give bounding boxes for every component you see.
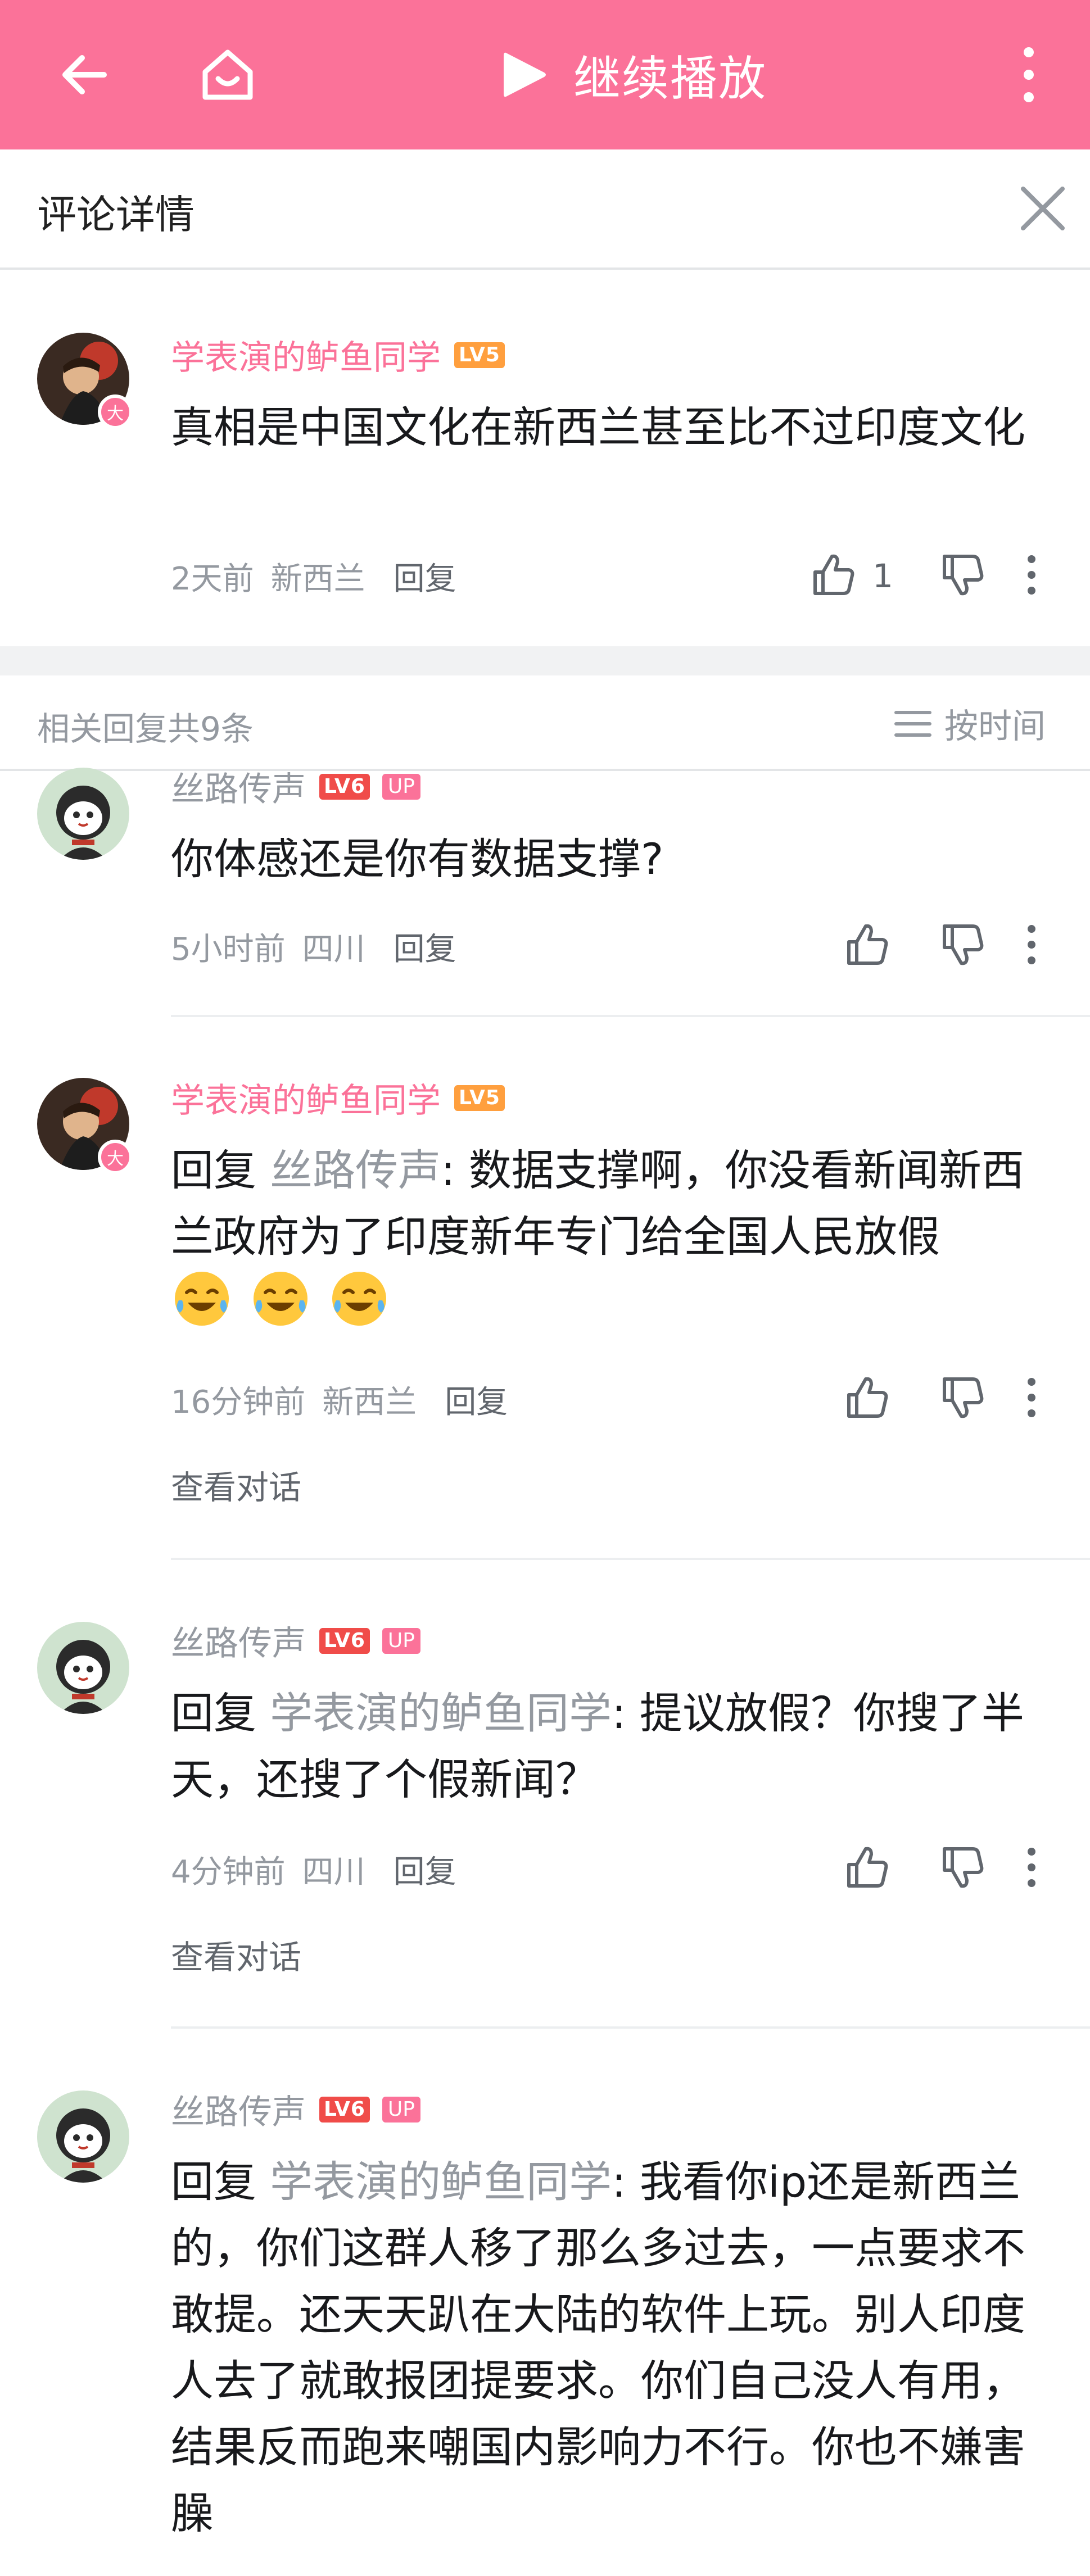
comment-time: 16分钟前 xyxy=(171,1384,306,1421)
comment-detail-header: 评论详情 xyxy=(0,149,1090,270)
page-title: 评论详情 xyxy=(37,192,195,238)
reply-button[interactable]: 回复 xyxy=(394,924,456,969)
thumbs-down-icon xyxy=(943,1377,984,1418)
comment-text: 回复 丝路传声: 数据支撑啊，你没看新闻新西兰政府为了印度新年专门给全国人民放假 xyxy=(171,1145,1024,1262)
reply-target-user[interactable]: 学表演的鲈鱼同学 xyxy=(270,1688,612,1738)
like-button[interactable] xyxy=(843,1843,892,1894)
thumbs-down-icon xyxy=(943,1847,984,1888)
like-count: 1 xyxy=(872,557,893,595)
section-gap xyxy=(0,646,1090,675)
reply-item: 丝路传声 LV6 UP 回复 学表演的鲈鱼同学: 我看你ip还是新西兰的，你们这… xyxy=(0,2029,1090,2576)
avatar[interactable]: 大 xyxy=(37,333,133,429)
thumbs-down-icon xyxy=(943,555,984,596)
thumbs-up-icon xyxy=(847,1377,888,1418)
comment-time: 5小时前 xyxy=(171,931,286,968)
vip-badge: 大 xyxy=(98,1140,133,1174)
home-icon xyxy=(202,49,253,100)
comment-time: 4分钟前 xyxy=(171,1854,286,1890)
uploader-badge: UP xyxy=(382,2096,420,2123)
laugh-cry-emoji-icon xyxy=(175,1272,229,1326)
like-button[interactable] xyxy=(843,920,892,971)
username[interactable]: 丝路传声 xyxy=(171,1616,306,1665)
level-badge: LV5 xyxy=(454,1085,505,1111)
more-vertical-icon xyxy=(1028,1378,1035,1417)
laugh-cry-emoji-icon xyxy=(332,1272,386,1326)
dislike-button[interactable] xyxy=(939,1373,987,1424)
username[interactable]: 学表演的鲈鱼同学 xyxy=(171,330,441,379)
more-options-button[interactable] xyxy=(989,0,1068,149)
thumbs-up-icon xyxy=(813,554,854,595)
continue-play-label: 继续播放 xyxy=(573,51,767,106)
username[interactable]: 学表演的鲈鱼同学 xyxy=(171,1073,441,1122)
more-vertical-icon xyxy=(1024,47,1034,102)
username[interactable]: 丝路传声 xyxy=(171,762,306,811)
reply-item: 大 学表演的鲈鱼同学 LV5 回复 丝路传声: 数据支撑啊，你没看新闻新西兰政府… xyxy=(0,1017,1090,1560)
reply-target-user[interactable]: 丝路传声 xyxy=(270,1145,441,1195)
comment-text: 真相是中国文化在新西兰甚至比不过印度文化 xyxy=(171,402,1025,452)
comment-time: 2天前 xyxy=(171,561,254,597)
comment-location: 新西兰 xyxy=(270,561,365,597)
comment-location: 新西兰 xyxy=(322,1384,417,1421)
dislike-button[interactable] xyxy=(939,1843,987,1894)
continue-play-button[interactable]: 继续播放 xyxy=(495,0,767,149)
avatar[interactable] xyxy=(37,1622,129,1714)
emoji-row xyxy=(171,1268,390,1330)
uploader-badge: UP xyxy=(382,1627,420,1654)
root-comment: 大 学表演的鲈鱼同学 LV5 真相是中国文化在新西兰甚至比不过印度文化 2天前 … xyxy=(0,270,1090,646)
close-button[interactable] xyxy=(1017,183,1068,234)
uploader-badge: UP xyxy=(382,773,420,800)
level-badge: LV6 xyxy=(319,2096,370,2123)
reply-button[interactable]: 回复 xyxy=(445,1377,508,1422)
top-bar: 继续播放 xyxy=(0,0,1090,149)
thumbs-up-icon xyxy=(847,1847,888,1888)
close-icon xyxy=(1021,187,1065,230)
comment-text: 回复 学表演的鲈鱼同学: 我看你ip还是新西兰的，你们这群人移了那么多过去，一点… xyxy=(171,2157,1025,2538)
level-badge: LV6 xyxy=(319,773,370,800)
level-badge: LV5 xyxy=(454,342,505,368)
play-icon xyxy=(504,52,546,97)
comment-more-button[interactable] xyxy=(1023,922,1040,969)
comment-text: 回复 学表演的鲈鱼同学: 提议放假？你搜了半天，还搜了个假新闻？ xyxy=(171,1688,1024,1804)
back-arrow-icon xyxy=(62,55,107,94)
reply-button[interactable]: 回复 xyxy=(394,554,456,599)
like-button[interactable] xyxy=(843,1373,892,1424)
like-button[interactable] xyxy=(809,551,858,601)
more-vertical-icon xyxy=(1028,1848,1035,1887)
more-vertical-icon xyxy=(1028,555,1035,595)
level-badge: LV6 xyxy=(319,1627,370,1654)
reply-count: 相关回复共9条 xyxy=(37,710,254,748)
home-button[interactable] xyxy=(186,0,270,149)
username[interactable]: 丝路传声 xyxy=(171,2085,306,2134)
vip-badge: 大 xyxy=(98,394,133,429)
comment-more-button[interactable] xyxy=(1023,1845,1040,1892)
sort-list-icon xyxy=(894,710,931,737)
laugh-cry-emoji-icon xyxy=(254,1272,307,1326)
comment-location: 四川 xyxy=(302,931,365,968)
avatar[interactable] xyxy=(37,768,129,860)
thumbs-up-icon xyxy=(847,924,888,965)
avatar[interactable]: 大 xyxy=(37,1078,133,1174)
related-replies-header: 相关回复共9条 按时间 xyxy=(0,675,1090,771)
comment-text: 你体感还是你有数据支撑? xyxy=(171,834,664,884)
sort-button[interactable]: 按时间 xyxy=(894,699,1046,748)
dislike-button[interactable] xyxy=(939,551,987,601)
back-button[interactable] xyxy=(45,0,124,149)
more-vertical-icon xyxy=(1028,925,1035,964)
comment-location: 四川 xyxy=(302,1854,365,1890)
reply-item: 丝路传声 LV6 UP 你体感还是你有数据支撑? 5小时前 四川 回复 xyxy=(0,768,1090,1017)
reply-button[interactable]: 回复 xyxy=(394,1847,456,1892)
dislike-button[interactable] xyxy=(939,920,987,971)
avatar[interactable] xyxy=(37,2090,129,2183)
comment-more-button[interactable] xyxy=(1023,552,1040,600)
view-conversation-link[interactable]: 查看对话 xyxy=(171,1461,301,1508)
comment-more-button[interactable] xyxy=(1023,1375,1040,1422)
thumbs-down-icon xyxy=(943,924,984,965)
reply-target-user[interactable]: 学表演的鲈鱼同学 xyxy=(270,2157,612,2207)
reply-item: 丝路传声 LV6 UP 回复 学表演的鲈鱼同学: 提议放假？你搜了半天，还搜了个… xyxy=(0,1560,1090,2029)
view-conversation-link[interactable]: 查看对话 xyxy=(171,1931,301,1978)
